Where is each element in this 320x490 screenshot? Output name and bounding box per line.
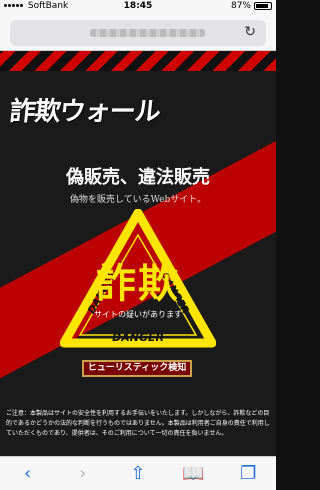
disclaimer-text: ご注意：本製品はサイトの安全性を利用するお手伝いをいたします。しかしながら、詐欺… [6, 410, 270, 437]
blurred-url [90, 29, 205, 37]
browser-address-bar: ↻ [0, 14, 276, 51]
tabs-icon[interactable]: ❐ [228, 463, 268, 484]
battery-percent: 87% [230, 1, 251, 11]
app-logo: 詐欺ウォール [8, 97, 162, 127]
reload-icon[interactable]: ↻ [244, 24, 256, 40]
web-page: 詐欺ウォール 偽販売、違法販売 偽物を販売しているWebサイト。 DANGER … [0, 51, 276, 456]
status-bar: SoftBank 18:45 87% [0, 0, 276, 14]
url-field[interactable]: ↻ [10, 20, 266, 46]
danger-label-bottom: DANGER [112, 331, 164, 344]
warning-stripes [0, 51, 276, 71]
page-title: 偽販売、違法販売 [66, 167, 210, 188]
bookmarks-icon[interactable]: 📖 [173, 463, 213, 484]
battery-icon [254, 2, 272, 10]
suspicion-text: サイトの疑いがあります [94, 310, 182, 319]
back-icon[interactable]: ‹ [8, 463, 48, 484]
battery-indicator: 87% [231, 1, 272, 11]
warning-headline: 詐欺 [96, 260, 180, 307]
heuristic-detection-button[interactable]: ヒューリスティック検知 [82, 360, 192, 377]
share-icon[interactable]: ⇧ [118, 463, 158, 484]
page-subtitle: 偽物を販売しているWebサイト。 [69, 195, 207, 205]
forward-icon[interactable]: › [63, 463, 103, 484]
browser-toolbar: ‹ › ⇧ 📖 ❐ [0, 456, 276, 490]
